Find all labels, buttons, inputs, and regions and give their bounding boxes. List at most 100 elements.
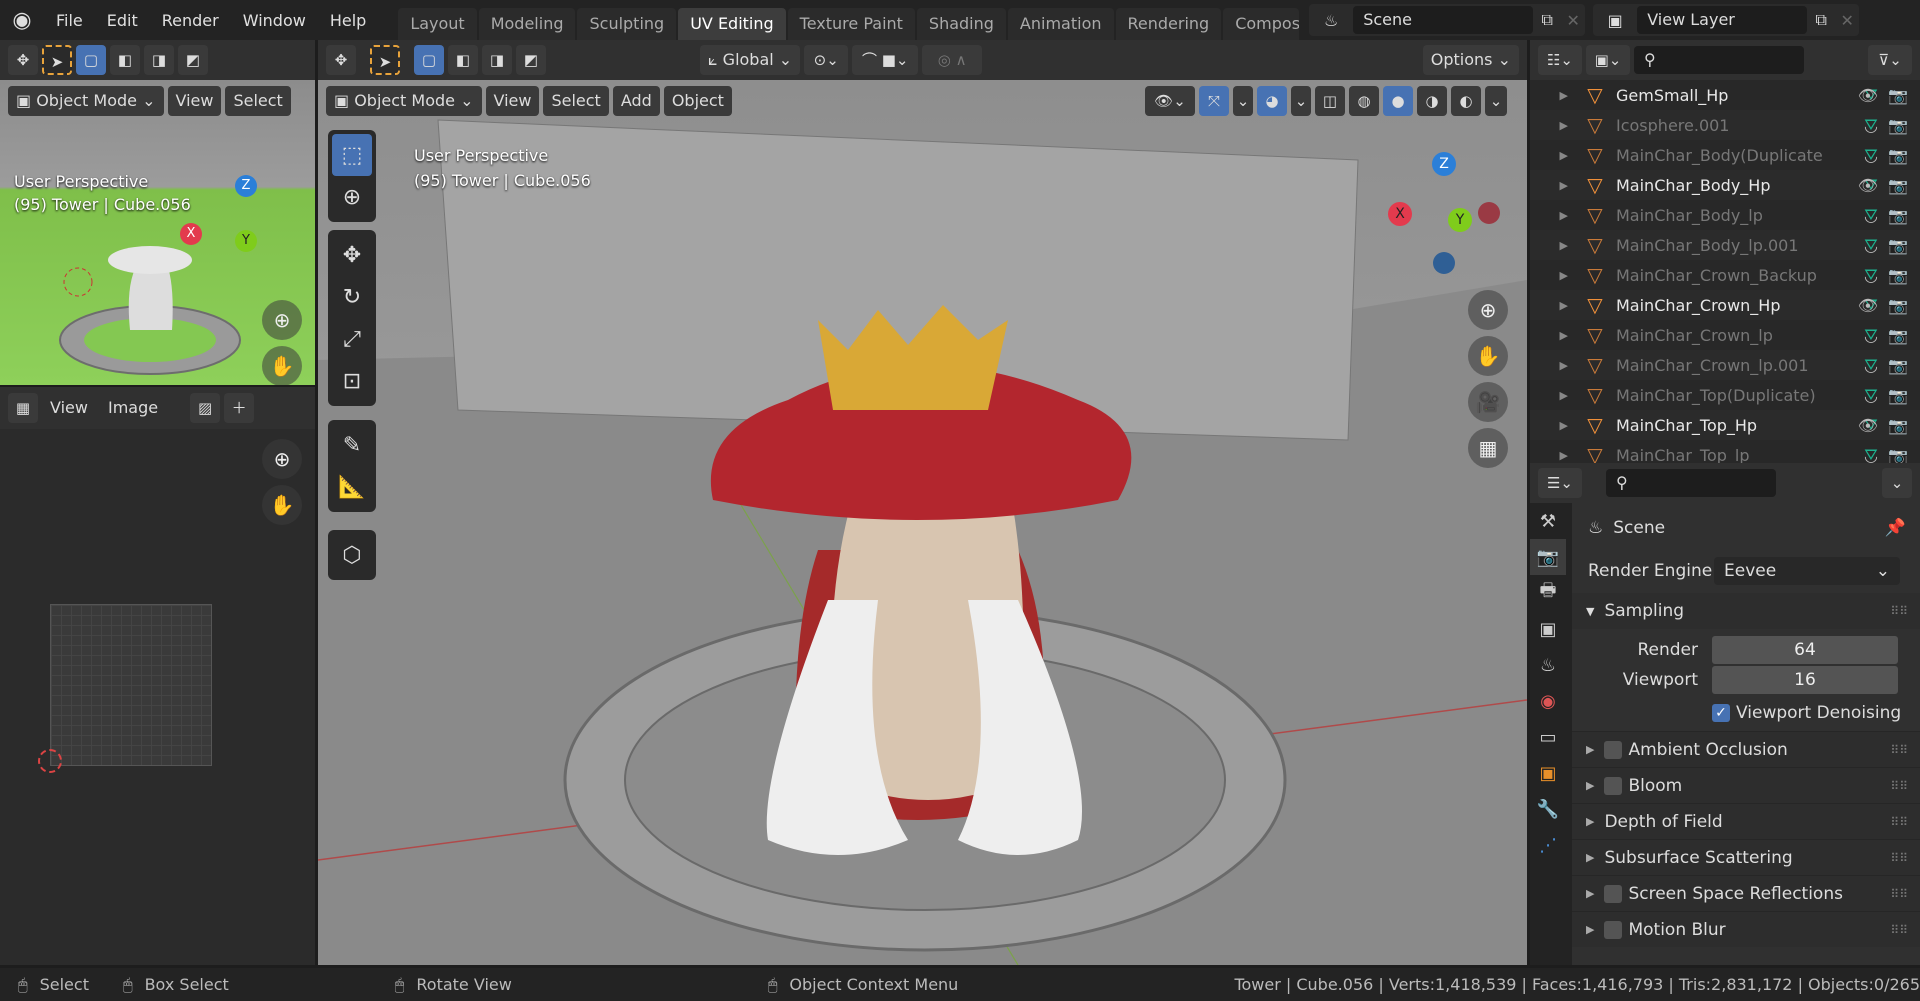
expand-arrow-icon[interactable]: ▶: [1540, 119, 1568, 132]
material-shading-icon[interactable]: ◑: [1417, 86, 1447, 116]
expand-arrow-icon[interactable]: ▶: [1540, 149, 1568, 162]
tab-modeling[interactable]: Modeling: [478, 8, 576, 40]
expand-arrow-icon[interactable]: ▶: [1540, 209, 1568, 222]
object-tab-icon[interactable]: ▣: [1530, 755, 1566, 791]
snap-icon[interactable]: ⌒ ■⌄: [852, 45, 919, 75]
expand-arrow-icon[interactable]: ▶: [1540, 269, 1568, 282]
panel-enable-checkbox[interactable]: [1604, 740, 1623, 759]
annotate-tool-icon[interactable]: ✎: [332, 424, 372, 466]
zoom-icon[interactable]: ⊕: [262, 300, 302, 340]
main-3d-viewport[interactable]: ▣ Object Mode ⌄ View Select Add Object 👁…: [318, 80, 1527, 965]
outliner-item[interactable]: ▶ ▽ MainChar_Crown_Hp ⛛ 👁 📷: [1530, 290, 1920, 320]
tab-texture-paint[interactable]: Texture Paint: [787, 8, 915, 40]
menu-file[interactable]: File: [44, 11, 95, 30]
options-dropdown[interactable]: Options ⌄: [1422, 45, 1519, 75]
viewport-samples-field[interactable]: 16: [1712, 666, 1898, 694]
eye-icon[interactable]: 👁: [1858, 416, 1878, 435]
expand-arrow-icon[interactable]: ▶: [1540, 359, 1568, 372]
xray-toggle-icon[interactable]: ◫: [1315, 86, 1345, 116]
properties-panel-header[interactable]: ▶ Subsurface Scattering ⠿⠿: [1572, 839, 1920, 875]
display-mode-icon[interactable]: ☷⌄: [1538, 45, 1582, 75]
object-menu[interactable]: Object: [663, 86, 732, 116]
uv-view-menu[interactable]: View: [42, 393, 96, 423]
eye-icon[interactable]: 👁: [1858, 176, 1878, 195]
view-layer-selector[interactable]: View Layer: [1637, 6, 1808, 34]
properties-panel-header[interactable]: ▶ Depth of Field ⠿⠿: [1572, 803, 1920, 839]
view-layer-icon[interactable]: ▣: [1593, 11, 1637, 30]
select-mode-new-icon[interactable]: ▢: [76, 45, 106, 75]
properties-panel-header[interactable]: ▶ Motion Blur ⠿⠿: [1572, 911, 1920, 947]
select-mode-extend-icon[interactable]: ◧: [448, 45, 478, 75]
new-view-layer-icon[interactable]: ⧉: [1807, 10, 1835, 30]
delete-view-layer-icon[interactable]: ✕: [1835, 11, 1859, 30]
panel-enable-checkbox[interactable]: [1604, 920, 1623, 939]
camera-render-icon[interactable]: 📷: [1888, 326, 1908, 345]
expand-arrow-icon[interactable]: ▶: [1540, 89, 1568, 102]
tab-sculpting[interactable]: Sculpting: [577, 8, 677, 40]
outliner-item[interactable]: ▶ ▽ MainChar_Body(Duplicate ⛛ ◡ 📷: [1530, 140, 1920, 170]
select-mode-new-icon[interactable]: ▢: [414, 45, 444, 75]
eye-closed-icon[interactable]: ◡: [1864, 446, 1878, 465]
expand-arrow-icon[interactable]: ▶: [1540, 179, 1568, 192]
camera-view-icon[interactable]: 🎥: [1468, 382, 1508, 422]
transform-tool-icon[interactable]: ✥: [8, 45, 38, 75]
scale-tool-icon[interactable]: ⤢: [332, 318, 372, 360]
uv-image-menu[interactable]: Image: [100, 393, 166, 423]
select-mode-subtract-icon[interactable]: ◨: [144, 45, 174, 75]
properties-panel-header[interactable]: ▶ Ambient Occlusion ⠿⠿: [1572, 731, 1920, 767]
wireframe-shading-icon[interactable]: ◍: [1349, 86, 1379, 116]
view-menu[interactable]: View: [485, 86, 540, 116]
eye-icon[interactable]: 👁: [1858, 296, 1878, 315]
rotate-tool-icon[interactable]: ↻: [332, 276, 372, 318]
shading-dropdown-icon[interactable]: ⌄: [1485, 86, 1507, 116]
overlay-toggle-icon[interactable]: ◕: [1257, 86, 1287, 116]
expand-arrow-icon[interactable]: ▶: [1540, 299, 1568, 312]
panel-enable-checkbox[interactable]: [1604, 776, 1623, 795]
select-mode-extend-icon[interactable]: ◧: [110, 45, 140, 75]
tab-animation[interactable]: Animation: [1007, 8, 1114, 40]
eye-closed-icon[interactable]: ◡: [1864, 146, 1878, 165]
tab-uv-editing[interactable]: UV Editing: [678, 8, 786, 40]
gizmo-dropdown-icon[interactable]: ⌄: [1233, 86, 1253, 116]
outliner-item[interactable]: ▶ ▽ MainChar_Top(Duplicate) ⛛ ◡ 📷: [1530, 380, 1920, 410]
eye-icon[interactable]: 👁: [1858, 86, 1878, 105]
transform-tool-icon[interactable]: ✥: [326, 45, 356, 75]
add-cube-tool-icon[interactable]: ⬡: [332, 534, 372, 576]
camera-render-icon[interactable]: 📷: [1888, 266, 1908, 285]
transform-orientation-dropdown[interactable]: ⟀ Global ⌄: [700, 45, 801, 75]
eye-closed-icon[interactable]: ◡: [1864, 326, 1878, 345]
eye-closed-icon[interactable]: ◡: [1864, 356, 1878, 375]
select-mode-invert-icon[interactable]: ◩: [516, 45, 546, 75]
eye-closed-icon[interactable]: ◡: [1864, 116, 1878, 135]
expand-arrow-icon[interactable]: ▶: [1540, 449, 1568, 462]
measure-tool-icon[interactable]: 📐: [332, 466, 372, 508]
visibility-dropdown-icon[interactable]: 👁⌄: [1145, 86, 1195, 116]
outliner-item[interactable]: ▶ ▽ MainChar_Body_lp ⛛ ◡ 📷: [1530, 200, 1920, 230]
tool-tab-icon[interactable]: ⚒: [1530, 503, 1566, 539]
camera-render-icon[interactable]: 📷: [1888, 236, 1908, 255]
output-tab-icon[interactable]: 🖶: [1530, 575, 1566, 611]
camera-render-icon[interactable]: 📷: [1888, 176, 1908, 195]
eye-closed-icon[interactable]: ◡: [1864, 206, 1878, 225]
camera-render-icon[interactable]: 📷: [1888, 86, 1908, 105]
render-engine-dropdown[interactable]: Eevee ⌄: [1714, 557, 1900, 585]
overlay-dropdown-icon[interactable]: ⌄: [1291, 86, 1311, 116]
select-mode-subtract-icon[interactable]: ◨: [482, 45, 512, 75]
camera-render-icon[interactable]: 📷: [1888, 116, 1908, 135]
menu-edit[interactable]: Edit: [95, 11, 150, 30]
scene-icon[interactable]: ♨: [1309, 11, 1353, 30]
render-tab-icon[interactable]: 📷: [1530, 539, 1566, 575]
outliner-item[interactable]: ▶ ▽ MainChar_Crown_Backup ⛛ ◡ 📷: [1530, 260, 1920, 290]
cursor-tool-icon[interactable]: ⊕: [332, 176, 372, 218]
left-select-menu[interactable]: Select: [225, 86, 291, 116]
blender-logo-icon[interactable]: ◉: [0, 8, 44, 33]
eye-closed-icon[interactable]: ◡: [1864, 236, 1878, 255]
camera-render-icon[interactable]: 📷: [1888, 416, 1908, 435]
left-3d-viewport[interactable]: ▣ Object Mode ⌄ View Select User Perspec…: [0, 80, 315, 385]
expand-arrow-icon[interactable]: ▶: [1540, 329, 1568, 342]
transform-tool-icon[interactable]: ⊡: [332, 360, 372, 402]
move-tool-icon[interactable]: ✥: [332, 234, 372, 276]
view-layer-filter-icon[interactable]: ▣⌄: [1586, 45, 1630, 75]
expand-arrow-icon[interactable]: ▶: [1540, 239, 1568, 252]
outliner-item[interactable]: ▶ ▽ GemSmall_Hp ⛛ 👁 📷: [1530, 80, 1920, 110]
